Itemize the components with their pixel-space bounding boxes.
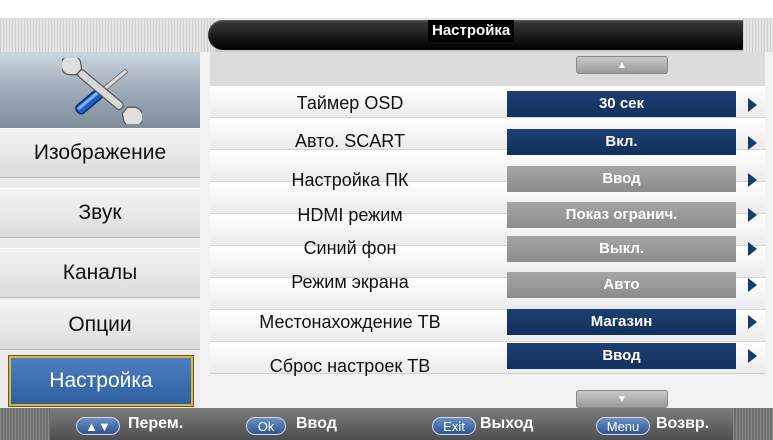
setting-value-blue-background[interactable]: Выкл. [507,236,736,262]
title-bar [0,18,773,52]
scroll-down-button[interactable]: ▼ [576,390,668,408]
key-label: Ввод [296,415,337,432]
sidebar-item-label: Изображение [33,141,167,164]
sidebar-item-options[interactable]: Опции [0,300,200,350]
sidebar-item-channels[interactable]: Каналы [0,248,200,298]
setting-value-reset[interactable]: Ввод [507,343,736,369]
key-label: Возвр. [656,415,710,432]
setting-value-hdmi-mode[interactable]: Показ огранич. [507,202,736,228]
sidebar-item-label: Опции [68,313,132,336]
tools-icon [62,58,142,124]
scroll-down-icon: ▼ [617,393,627,405]
chevron-right-icon[interactable] [748,349,757,363]
key-ok[interactable]: Ok [246,417,286,435]
chevron-right-icon[interactable] [748,278,757,292]
chevron-right-icon[interactable] [748,136,757,150]
key-menu[interactable]: Menu [596,417,650,435]
setting-label: Настройка ПК [291,170,409,190]
chevron-right-icon[interactable] [748,208,757,222]
sidebar-item-image[interactable]: Изображение [0,128,200,178]
footer-pattern-left [0,408,50,440]
key-exit[interactable]: Exit [432,417,476,435]
setting-value-osd-timer[interactable]: 30 сек [507,91,736,117]
setting-value-tv-location[interactable]: Магазин [507,309,736,335]
chevron-right-icon[interactable] [748,315,757,329]
sidebar-item-sound[interactable]: Звук [0,188,200,238]
title-bar-pattern-left [0,18,215,52]
setting-value-auto-scart[interactable]: Вкл. [507,129,736,155]
setting-value-pc-setup[interactable]: Ввод [507,166,736,192]
setting-label: Авто. SCART [295,131,405,151]
sidebar-logo [0,52,200,128]
chevron-right-icon[interactable] [748,173,757,187]
setting-label: Местонахождение ТВ [259,312,441,332]
title-bar-pattern-right [743,18,773,52]
key-label: Перем. [128,415,184,432]
sidebar-item-label: Настройка [49,369,153,392]
chevron-right-icon[interactable] [748,98,757,112]
key-navigate[interactable]: ▲▼ [76,417,120,435]
scroll-up-icon: ▲ [617,59,627,71]
sidebar-item-label: Каналы [62,261,138,284]
setting-label: Таймер OSD [296,93,404,113]
scroll-up-button[interactable]: ▲ [576,56,668,74]
sidebar-item-setup[interactable]: Настройка [9,356,193,406]
key-label: Выход [480,415,534,432]
setting-label: Синий фон [303,238,397,258]
sidebar: Изображение Звук Каналы Опции Настройка [0,52,200,408]
page-title: Настройка [428,20,515,42]
setting-label: Режим экрана [291,272,409,292]
tv-menu-screen: Настройка Изображение Звук Каналы Опции … [0,0,773,440]
setting-label: Сброс настроек ТВ [269,356,431,376]
top-strip [0,0,773,18]
sidebar-item-label: Звук [78,201,122,224]
chevron-right-icon[interactable] [748,242,757,256]
scroll-band-top [210,52,765,86]
setting-label: HDMI режим [297,205,403,225]
setting-value-screen-mode[interactable]: Авто [507,272,736,298]
footer-pattern-right [733,408,773,440]
